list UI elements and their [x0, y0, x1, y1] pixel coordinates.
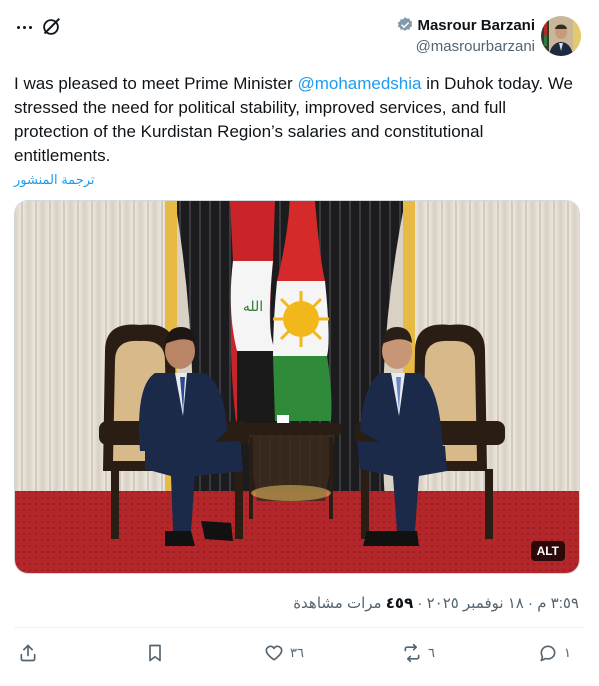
- action-bar: ٣٦ ٦ ١: [0, 638, 599, 668]
- meta-separator: ·: [417, 595, 423, 612]
- reply-icon: [540, 645, 556, 662]
- alt-text-badge[interactable]: ALT: [530, 541, 565, 561]
- translate-post-link[interactable]: ترجمة المنشور: [14, 172, 95, 188]
- share-button[interactable]: [18, 638, 38, 668]
- reply-count: ١: [564, 645, 571, 660]
- like-button[interactable]: ٣٦: [264, 638, 304, 668]
- tweet-time[interactable]: ٣:٥٩ م: [537, 595, 579, 612]
- author-info[interactable]: Masrour Barzani @masrourbarzani: [396, 16, 535, 55]
- tweet-photo[interactable]: الله ALT: [14, 200, 580, 574]
- bookmark-icon: [149, 644, 161, 662]
- verified-icon: [398, 17, 413, 31]
- author-handle[interactable]: @masrourbarzani: [396, 38, 535, 55]
- divider: [14, 627, 584, 628]
- views-label: مرات مشاهدة: [293, 595, 382, 612]
- tweet-date[interactable]: ١٨ نوفمبر ٢٠٢٥: [427, 595, 524, 612]
- like-count: ٣٦: [290, 645, 304, 660]
- tweet-meta: ٣:٥٩ م · ١٨ نوفمبر ٢٠٢٥ · ٤٥٩ مرات مشاهد…: [293, 594, 579, 612]
- like-icon: [265, 645, 283, 661]
- tweet-header: Masrour Barzani @masrourbarzani: [0, 0, 599, 70]
- svg-text:الله: الله: [243, 299, 263, 315]
- views-count: ٤٥٩: [385, 595, 414, 612]
- meta-separator: ·: [528, 595, 534, 612]
- more-dot: [16, 25, 20, 29]
- more-dot: [22, 25, 26, 29]
- tweet-text: I was pleased to meet Prime Minister @mo…: [14, 72, 584, 168]
- repost-icon: [404, 643, 420, 663]
- avatar[interactable]: [541, 16, 581, 56]
- repost-button[interactable]: ٦: [402, 638, 435, 668]
- share-icon: [20, 644, 36, 662]
- author-name[interactable]: Masrour Barzani: [417, 17, 535, 34]
- grok-icon[interactable]: [40, 16, 62, 38]
- more-options-button[interactable]: [12, 17, 36, 37]
- bookmark-button[interactable]: [145, 638, 165, 668]
- more-dot: [28, 25, 32, 29]
- reply-button[interactable]: ١: [538, 638, 571, 668]
- tweet-text-start: I was pleased to meet Prime Minister: [14, 74, 298, 93]
- mention-link[interactable]: @mohamedshia: [297, 74, 421, 93]
- repost-count: ٦: [428, 645, 435, 660]
